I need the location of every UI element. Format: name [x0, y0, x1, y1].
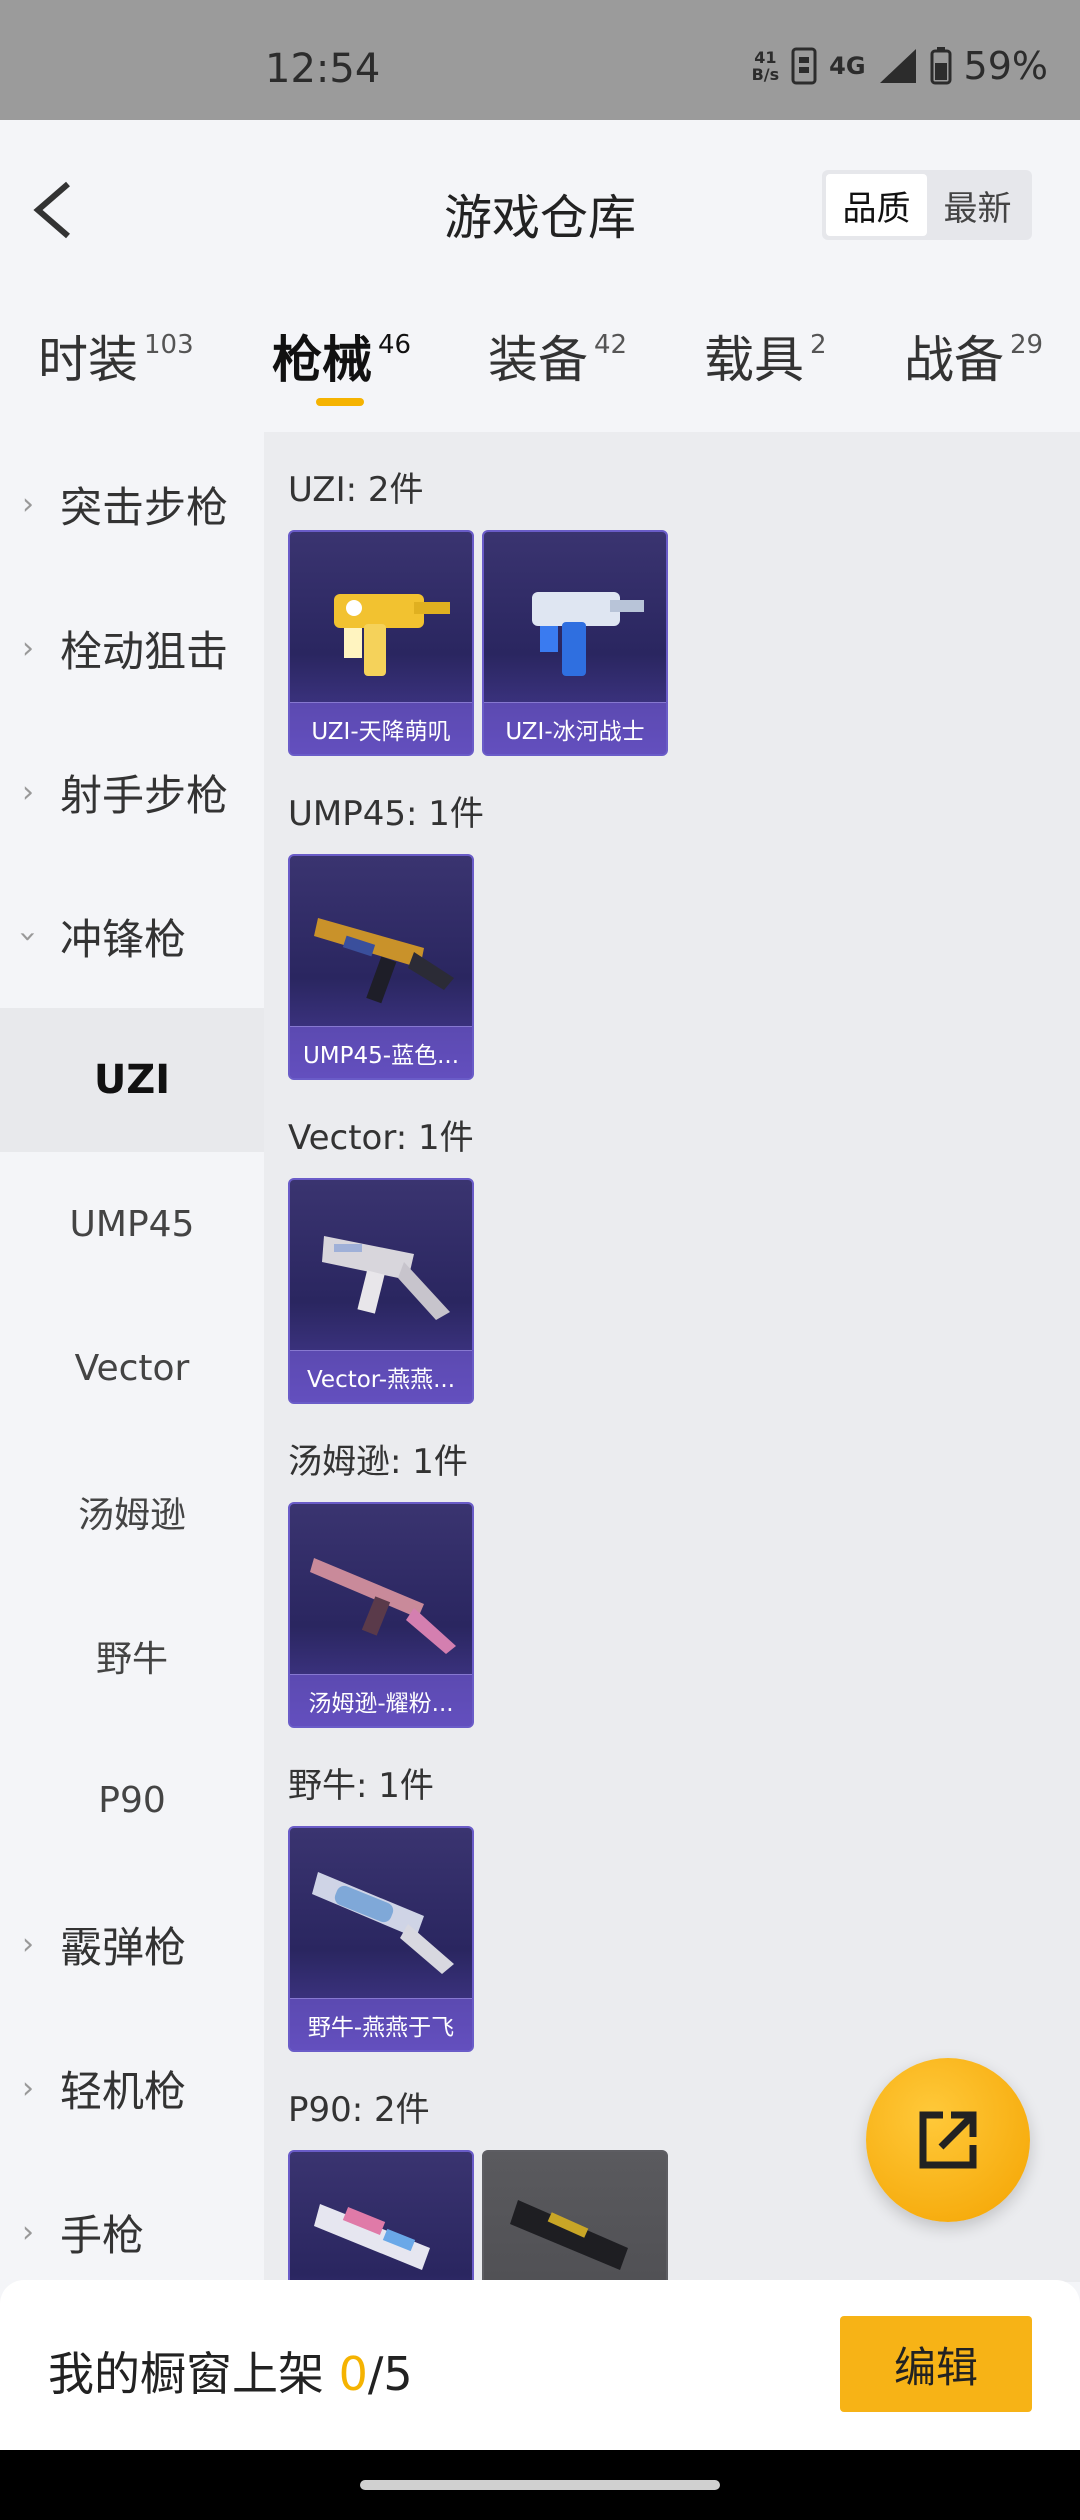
showcase-total: /5 [367, 2347, 413, 2401]
tab-count: 103 [144, 330, 194, 360]
tab-count: 42 [594, 330, 628, 360]
sidebar-item-assault-rifle[interactable]: › 突击步枪 [0, 432, 264, 576]
sidebar-item-label: 突击步枪 [60, 482, 229, 532]
tab-supplies[interactable]: 战备 29 [904, 320, 1043, 420]
showcase-current: 0 [338, 2347, 368, 2401]
group-title: 汤姆逊: 1件 [288, 1442, 468, 1482]
sidebar-sub-uzi[interactable]: UZI [0, 1008, 264, 1152]
chevron-right-icon: › [22, 2070, 34, 2106]
sort-quality-button[interactable]: 品质 [826, 174, 927, 236]
uzi-skin-icon [532, 592, 644, 676]
sidebar-item-shotgun[interactable]: › 霰弹枪 [0, 1872, 264, 2016]
tab-label: 时装 [38, 331, 138, 389]
status-bar: 12:54 41 B/s 4G 59% [0, 0, 1080, 120]
item-card[interactable] [288, 2150, 474, 2282]
tab-vehicles[interactable]: 载具 2 [704, 320, 827, 420]
sidebar-item-label: 手枪 [60, 2210, 145, 2260]
sidebar: › 突击步枪 › 栓动狙击 › 射手步枪 › 冲锋枪 UZI UMP45 Vec… [0, 432, 264, 2282]
chevron-right-icon: › [22, 486, 34, 522]
item-card[interactable]: UZI-天降萌叽 [288, 530, 474, 756]
vector-skin-icon [322, 1236, 450, 1320]
group-title: UMP45: 1件 [288, 794, 484, 834]
tab-label: 枪械 [272, 331, 372, 389]
showcase-bar: 我的橱窗上架 0/5 编辑 [0, 2280, 1080, 2450]
sidebar-item-label: 射手步枪 [60, 770, 229, 820]
p90-skin-icon [510, 2200, 628, 2270]
sidebar-item-label: 轻机枪 [60, 2066, 187, 2116]
item-card[interactable]: UMP45-蓝色... [288, 854, 474, 1080]
sidebar-sub-bizon[interactable]: 野牛 [0, 1584, 264, 1728]
uzi-skin-icon [334, 594, 450, 676]
tab-equipment[interactable]: 装备 42 [488, 320, 627, 420]
chevron-right-icon: › [22, 2214, 34, 2250]
item-card-label: 汤姆逊-耀粉... [290, 1674, 472, 1726]
share-icon [919, 2111, 977, 2169]
item-card[interactable]: Vector-燕燕... [288, 1178, 474, 1404]
group-title: Vector: 1件 [288, 1118, 474, 1158]
group-title: P90: 2件 [288, 2090, 430, 2130]
net-speed-unit: B/s [751, 65, 780, 84]
home-handle[interactable] [360, 2480, 720, 2490]
p90-skin-icon [314, 2204, 430, 2270]
tab-count: 46 [378, 330, 412, 360]
category-tabs: 时装 103 枪械 46 装备 42 载具 2 战备 29 [0, 320, 1080, 430]
system-nav-bar [0, 2450, 1080, 2520]
item-card[interactable]: 野牛-燕燕于飞 [288, 1826, 474, 2052]
net-speed-value: 41 [754, 48, 777, 67]
active-tab-indicator [316, 398, 364, 406]
item-card-label: UZI-天降萌叽 [290, 702, 472, 754]
sidebar-item-lmg[interactable]: › 轻机枪 [0, 2016, 264, 2160]
network-type: 4G [829, 52, 866, 80]
tab-label: 装备 [488, 331, 588, 389]
net-speed: 41 B/s [752, 49, 780, 83]
chevron-right-icon: › [22, 774, 34, 810]
status-time: 12:54 [265, 46, 381, 92]
sort-newest-button[interactable]: 最新 [927, 174, 1028, 236]
sidebar-sub-p90[interactable]: P90 [0, 1728, 264, 1872]
tab-label: 载具 [704, 331, 804, 389]
showcase-status: 我的橱窗上架 0/5 [48, 2338, 413, 2404]
group-title: UZI: 2件 [288, 470, 424, 510]
sim-icon [791, 47, 817, 85]
header: 游戏仓库 品质 最新 [0, 120, 1080, 288]
sidebar-item-smg[interactable]: › 冲锋枪 [0, 864, 264, 1008]
sidebar-sub-ump45[interactable]: UMP45 [0, 1152, 264, 1296]
sort-toggle: 品质 最新 [822, 170, 1032, 240]
sidebar-item-label: 霰弹枪 [60, 1922, 187, 1972]
item-card-label: 野牛-燕燕于飞 [290, 1998, 472, 2050]
tab-label: 战备 [904, 331, 1004, 389]
item-card[interactable] [482, 2150, 668, 2282]
item-list: UZI: 2件 UZI-天降萌叽 UZI-冰河战士 UMP45: 1件 UMP4… [264, 432, 1080, 2282]
edit-button[interactable]: 编辑 [840, 2316, 1032, 2412]
battery-level: 59% [963, 44, 1048, 88]
item-card-label: UMP45-蓝色... [290, 1026, 472, 1078]
chevron-down-icon: › [10, 930, 46, 942]
sidebar-item-marksman-rifle[interactable]: › 射手步枪 [0, 720, 264, 864]
item-card[interactable]: 汤姆逊-耀粉... [288, 1502, 474, 1728]
item-card-label: Vector-燕燕... [290, 1350, 472, 1402]
chevron-right-icon: › [22, 630, 34, 666]
sidebar-item-bolt-sniper[interactable]: › 栓动狙击 [0, 576, 264, 720]
showcase-label: 我的橱窗上架 [48, 2347, 339, 2401]
signal-icon [879, 49, 916, 83]
sidebar-item-label: 栓动狙击 [60, 626, 229, 676]
tab-count: 29 [1010, 330, 1044, 360]
chevron-right-icon: › [22, 1926, 34, 1962]
tab-count: 2 [810, 330, 827, 360]
battery-icon [930, 47, 952, 85]
tab-fashion[interactable]: 时装 103 [38, 320, 194, 420]
item-card[interactable]: UZI-冰河战士 [482, 530, 668, 756]
status-icons: 41 B/s 4G 59% [752, 44, 1048, 88]
share-button[interactable] [866, 2058, 1030, 2222]
bizon-skin-icon [312, 1872, 454, 1974]
ump45-skin-icon [314, 918, 454, 1004]
sidebar-sub-vector[interactable]: Vector [0, 1296, 264, 1440]
group-title: 野牛: 1件 [288, 1766, 434, 1806]
sidebar-sub-thompson[interactable]: 汤姆逊 [0, 1440, 264, 1584]
thompson-skin-icon [310, 1558, 456, 1654]
sidebar-item-label: 冲锋枪 [60, 914, 187, 964]
item-card-label: UZI-冰河战士 [484, 702, 666, 754]
